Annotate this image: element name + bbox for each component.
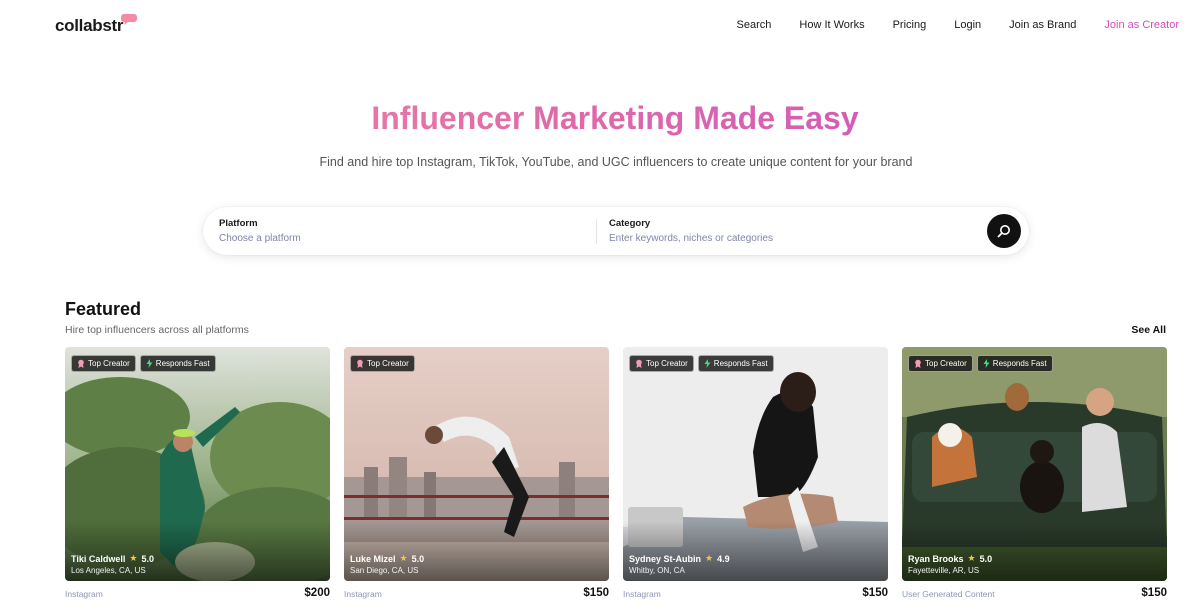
featured-subtitle: Hire top influencers across all platform… [65, 324, 249, 336]
top-creator-badge: Top Creator [629, 355, 694, 372]
top-creator-badge: Top Creator [350, 355, 415, 372]
creator-name: Luke Mizel ★ 5.0 [350, 553, 425, 564]
nav-join-as-brand[interactable]: Join as Brand [1009, 19, 1076, 31]
nav-join-as-creator[interactable]: Join as Creator [1104, 19, 1179, 31]
category-input[interactable]: Enter keywords, niches or categories [609, 233, 773, 244]
creator-photo[interactable]: Top Creator Responds Fast Tiki Caldwell … [65, 347, 330, 581]
platform-field[interactable]: Platform Choose a platform [219, 218, 301, 244]
hero-subtitle: Find and hire top Instagram, TikTok, You… [319, 155, 913, 169]
creator-platform: Instagram [623, 589, 661, 599]
star-icon: ★ [705, 553, 714, 563]
creator-price: $150 [862, 587, 888, 599]
search-button[interactable] [987, 214, 1021, 248]
creator-name: Ryan Brooks ★ 5.0 [908, 553, 993, 564]
creator-rating: 5.0 [979, 553, 993, 564]
badges: Top Creator Responds Fast [629, 355, 774, 372]
featured-title: Featured [65, 299, 142, 319]
award-icon [357, 359, 363, 368]
creator-rating: 4.9 [717, 553, 730, 564]
creator-photo[interactable]: Top Creator Responds Fast Sydney St-Aubi… [623, 347, 888, 581]
card-meta: Instagram $150 [344, 587, 609, 603]
platform-input[interactable]: Choose a platform [219, 233, 301, 244]
card-meta: User Generated Content $150 [902, 587, 1167, 603]
speech-bubble-icon [121, 14, 137, 25]
nav-pricing[interactable]: Pricing [893, 19, 927, 31]
star-icon: ★ [399, 553, 408, 563]
category-field[interactable]: Category Enter keywords, niches or categ… [609, 218, 773, 244]
nav-links: Search How It Works Pricing Login Join a… [737, 19, 1179, 31]
responds-fast-badge: Responds Fast [697, 355, 774, 372]
creator-card[interactable]: Top Creator Responds Fast Ryan Brooks ★ … [902, 347, 1167, 608]
top-creator-badge: Top Creator [908, 355, 973, 372]
star-icon: ★ [129, 553, 138, 563]
card-meta: Instagram $200 [65, 587, 330, 603]
badges: Top Creator Responds Fast [71, 355, 216, 372]
creator-location: San Diego, CA, US [350, 566, 419, 575]
nav-how-it-works[interactable]: How It Works [799, 19, 864, 31]
badges: Top Creator [350, 355, 415, 372]
creator-price: $200 [304, 587, 330, 599]
creator-card[interactable]: Top Creator Luke Mizel ★ 5.0 San Diego, … [344, 347, 609, 608]
creator-card[interactable]: Top Creator Responds Fast Tiki Caldwell … [65, 347, 330, 608]
card-meta: Instagram $150 [623, 587, 888, 603]
responds-fast-badge: Responds Fast [139, 355, 216, 372]
creator-location: Fayetteville, AR, US [908, 566, 980, 575]
creator-rating: 5.0 [141, 553, 154, 564]
search-divider [596, 219, 597, 244]
search-bar: Platform Choose a platform Category Ente… [203, 207, 1029, 255]
creator-name: Tiki Caldwell ★ 5.0 [71, 553, 154, 564]
lightning-icon [146, 359, 153, 368]
creator-platform: Instagram [65, 589, 103, 599]
lightning-icon [704, 359, 711, 368]
top-creator-badge: Top Creator [71, 355, 136, 372]
creator-price: $150 [583, 587, 609, 599]
badges: Top Creator Responds Fast [908, 355, 1053, 372]
creator-price: $150 [1141, 587, 1167, 599]
category-label: Category [609, 218, 651, 229]
creator-photo[interactable]: Top Creator Luke Mizel ★ 5.0 San Diego, … [344, 347, 609, 581]
nav-search[interactable]: Search [737, 19, 772, 31]
creator-platform: User Generated Content [902, 589, 995, 599]
creator-location: Whitby, ON, CA [629, 566, 685, 575]
creator-card[interactable]: Top Creator Responds Fast Sydney St-Aubi… [623, 347, 888, 608]
responds-fast-badge: Responds Fast [976, 355, 1053, 372]
nav-login[interactable]: Login [954, 19, 981, 31]
star-icon: ★ [967, 553, 976, 563]
top-nav: collabstr Search How It Works Pricing Lo… [0, 0, 1200, 52]
creator-name: Sydney St-Aubin ★ 4.9 [629, 553, 730, 564]
see-all-link[interactable]: See All [1131, 324, 1166, 336]
search-icon [997, 225, 1010, 238]
brand-logo[interactable]: collabstr [55, 16, 123, 36]
award-icon [636, 359, 642, 368]
hero-title: Influencer Marketing Made Easy [0, 100, 1200, 137]
lightning-icon [983, 359, 990, 368]
creator-photo[interactable]: Top Creator Responds Fast Ryan Brooks ★ … [902, 347, 1167, 581]
award-icon [915, 359, 921, 368]
creator-platform: Instagram [344, 589, 382, 599]
creator-rating: 5.0 [411, 553, 425, 564]
platform-label: Platform [219, 218, 258, 229]
award-icon [78, 359, 84, 368]
creator-location: Los Angeles, CA, US [71, 566, 146, 575]
